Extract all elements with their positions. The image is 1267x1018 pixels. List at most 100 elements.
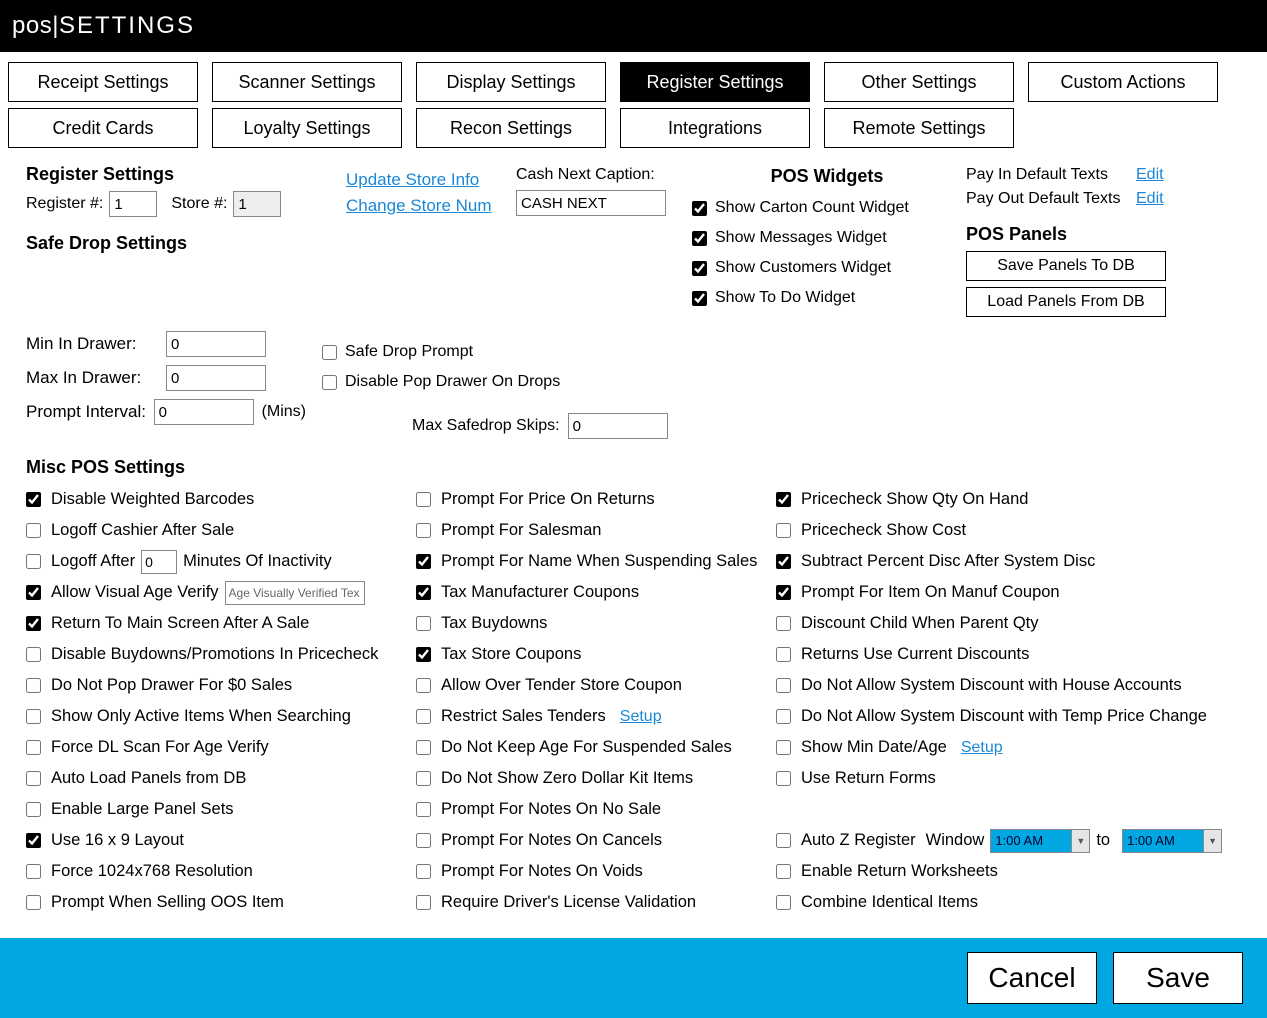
misc-checkbox[interactable]	[416, 895, 431, 910]
register-settings-heading: Register Settings	[26, 164, 336, 185]
misc-checkbox[interactable]	[776, 585, 791, 600]
cash-caption-input[interactable]	[516, 190, 666, 216]
tab-integrations[interactable]: Integrations	[620, 108, 810, 148]
safedrop-prompt-checkbox[interactable]	[322, 345, 337, 360]
misc-heading: Misc POS Settings	[26, 457, 1247, 478]
misc-label: Prompt When Selling OOS Item	[51, 893, 284, 912]
misc-checkbox[interactable]	[26, 554, 41, 569]
tab-scanner-settings[interactable]: Scanner Settings	[212, 62, 402, 102]
setup-link[interactable]: Setup	[620, 708, 662, 726]
misc-checkbox[interactable]	[416, 864, 431, 879]
misc-row-prompt-for-name-when-suspending-sales: Prompt For Name When Suspending Sales	[416, 546, 776, 577]
misc-checkbox[interactable]	[416, 647, 431, 662]
min-drawer-input[interactable]	[166, 331, 266, 357]
widget-checkbox-show-to-do-widget[interactable]	[692, 291, 707, 306]
time-to-value: 1:00 AM	[1127, 833, 1203, 848]
register-num-input[interactable]	[109, 191, 157, 217]
widget-checkbox-show-messages-widget[interactable]	[692, 231, 707, 246]
misc-row-use-16-x-9-layout: Use 16 x 9 Layout	[26, 825, 416, 856]
payin-edit-link[interactable]: Edit	[1136, 166, 1164, 184]
misc-checkbox[interactable]	[416, 771, 431, 786]
misc-label: Tax Buydowns	[441, 614, 547, 633]
tab-recon-settings[interactable]: Recon Settings	[416, 108, 606, 148]
prompt-interval-input[interactable]	[154, 399, 254, 425]
misc-checkbox[interactable]	[776, 647, 791, 662]
misc-checkbox[interactable]	[776, 895, 791, 910]
load-panels-button[interactable]: Load Panels From DB	[966, 287, 1166, 317]
update-store-info-link[interactable]: Update Store Info	[346, 170, 479, 189]
misc-checkbox[interactable]	[26, 895, 41, 910]
misc-checkbox[interactable]	[776, 492, 791, 507]
misc-checkbox[interactable]	[776, 771, 791, 786]
misc-checkbox[interactable]	[416, 709, 431, 724]
payout-edit-link[interactable]: Edit	[1136, 190, 1164, 208]
misc-label: Disable Buydowns/Promotions In Pricechec…	[51, 645, 378, 664]
misc-checkbox[interactable]	[776, 709, 791, 724]
misc-checkbox[interactable]	[416, 585, 431, 600]
misc-checkbox[interactable]	[776, 678, 791, 693]
tabs-row-2: Credit Cards Loyalty Settings Recon Settin…	[8, 108, 1259, 148]
misc-checkbox[interactable]	[776, 833, 791, 848]
change-store-num-link[interactable]: Change Store Num	[346, 196, 492, 215]
tab-register-settings[interactable]: Register Settings	[620, 62, 810, 102]
misc-row-do-not-keep-age-for-suspended-sales: Do Not Keep Age For Suspended Sales	[416, 732, 776, 763]
misc-checkbox[interactable]	[416, 616, 431, 631]
misc-checkbox[interactable]	[26, 647, 41, 662]
tab-receipt-settings[interactable]: Receipt Settings	[8, 62, 198, 102]
misc-checkbox[interactable]	[776, 554, 791, 569]
misc-label: Subtract Percent Disc After System Disc	[801, 552, 1095, 571]
misc-checkbox[interactable]	[416, 554, 431, 569]
misc-row-pricecheck-show-cost: Pricecheck Show Cost	[776, 515, 1246, 546]
tab-credit-cards[interactable]: Credit Cards	[8, 108, 198, 148]
misc-label: Do Not Show Zero Dollar Kit Items	[441, 769, 693, 788]
misc-checkbox[interactable]	[26, 740, 41, 755]
save-button[interactable]: Save	[1113, 952, 1243, 1004]
misc-checkbox[interactable]	[26, 709, 41, 724]
disable-pop-drawer-checkbox[interactable]	[322, 375, 337, 390]
misc-checkbox[interactable]	[26, 523, 41, 538]
misc-checkbox[interactable]	[26, 802, 41, 817]
max-skips-input[interactable]	[568, 413, 668, 439]
misc-checkbox[interactable]	[26, 678, 41, 693]
misc-checkbox[interactable]	[416, 678, 431, 693]
right-column: Pay In Default Texts Edit Pay Out Defaul…	[966, 164, 1196, 317]
tab-custom-actions[interactable]: Custom Actions	[1028, 62, 1218, 102]
misc-checkbox[interactable]	[776, 616, 791, 631]
misc-checkbox[interactable]	[416, 492, 431, 507]
misc-label: Prompt For Notes On No Sale	[441, 800, 661, 819]
tab-other-settings[interactable]: Other Settings	[824, 62, 1014, 102]
misc-label: Pricecheck Show Cost	[801, 521, 966, 540]
misc-checkbox[interactable]	[776, 740, 791, 755]
misc-checkbox[interactable]	[416, 740, 431, 755]
misc-checkbox[interactable]	[26, 585, 41, 600]
misc-checkbox[interactable]	[776, 864, 791, 879]
max-drawer-input[interactable]	[166, 365, 266, 391]
cancel-button[interactable]: Cancel	[967, 952, 1097, 1004]
time-to-dropdown[interactable]: 1:00 AM▼	[1122, 829, 1222, 853]
save-panels-button[interactable]: Save Panels To DB	[966, 251, 1166, 281]
store-num-input	[233, 191, 281, 217]
misc-checkbox[interactable]	[26, 616, 41, 631]
misc-checkbox[interactable]	[26, 864, 41, 879]
misc-checkbox[interactable]	[26, 833, 41, 848]
misc-row-prompt-for-item-on-manuf-coupon: Prompt For Item On Manuf Coupon	[776, 577, 1246, 608]
misc-checkbox[interactable]	[416, 833, 431, 848]
tab-loyalty-settings[interactable]: Loyalty Settings	[212, 108, 402, 148]
misc-checkbox[interactable]	[416, 523, 431, 538]
widget-checkbox-show-customers-widget[interactable]	[692, 261, 707, 276]
misc-row-disable-weighted-barcodes: Disable Weighted Barcodes	[26, 484, 416, 515]
pos-widgets-heading: POS Widgets	[692, 166, 962, 187]
setup-link[interactable]: Setup	[961, 739, 1003, 757]
misc-column-2: Prompt For Price On ReturnsPrompt For Sa…	[416, 484, 776, 918]
widget-checkbox-show-carton-count-widget[interactable]	[692, 201, 707, 216]
tab-display-settings[interactable]: Display Settings	[416, 62, 606, 102]
time-from-dropdown[interactable]: 1:00 AM▼	[990, 829, 1090, 853]
misc-checkbox[interactable]	[416, 802, 431, 817]
misc-checkbox[interactable]	[776, 523, 791, 538]
misc-label: Allow Visual Age Verify	[51, 583, 219, 602]
age-verify-text-input[interactable]	[225, 581, 365, 605]
misc-checkbox[interactable]	[26, 771, 41, 786]
tab-remote-settings[interactable]: Remote Settings	[824, 108, 1014, 148]
logoff-minutes-input[interactable]	[141, 550, 177, 574]
misc-checkbox[interactable]	[26, 492, 41, 507]
